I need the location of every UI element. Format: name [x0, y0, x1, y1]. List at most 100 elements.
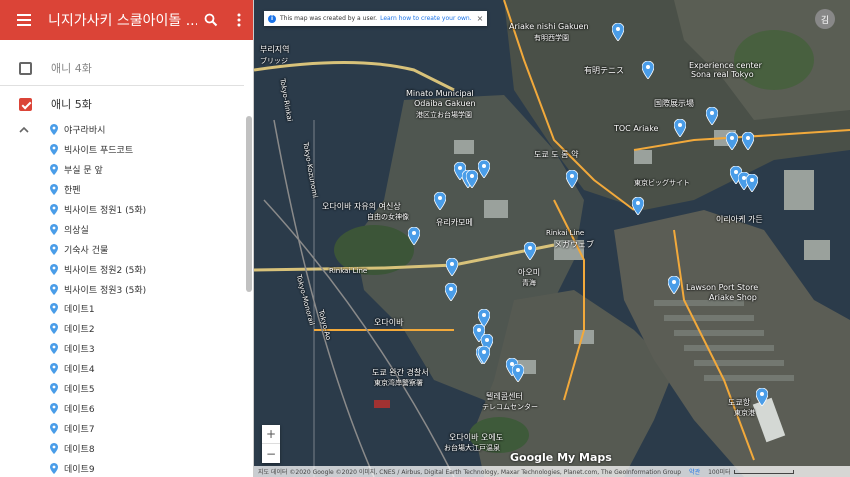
- close-icon[interactable]: ×: [477, 14, 484, 23]
- map-label: 東京ビッグサイト: [634, 179, 690, 187]
- place-item[interactable]: 빅사이트 정원1 (5화): [50, 200, 240, 220]
- learn-more-link[interactable]: Learn how to create your own.: [380, 15, 472, 22]
- place-pin-icon: [50, 223, 58, 235]
- place-item[interactable]: 데이트4: [50, 359, 240, 379]
- map-label: 이리아케 가든: [716, 215, 763, 224]
- place-item[interactable]: 한펜: [50, 180, 240, 200]
- map-pin-icon[interactable]: [478, 160, 490, 178]
- map-pin-icon[interactable]: [612, 23, 624, 41]
- layer-checkbox-ep5[interactable]: [19, 97, 32, 111]
- chevron-up-icon[interactable]: [17, 123, 31, 137]
- place-pin-icon: [50, 124, 58, 136]
- place-item[interactable]: 기숙사 건물: [50, 239, 240, 259]
- place-pin-icon: [50, 184, 58, 196]
- place-item[interactable]: 데이트5: [50, 379, 240, 399]
- map-pin-icon[interactable]: [445, 283, 457, 301]
- place-pin-icon: [50, 422, 58, 434]
- zoom-in-button[interactable]: +: [262, 425, 280, 444]
- map-pin-icon[interactable]: [434, 192, 446, 210]
- place-item[interactable]: 데이트7: [50, 418, 240, 438]
- place-label: 빅사이트 정원1 (5화): [64, 206, 147, 216]
- zoom-out-button[interactable]: −: [262, 444, 280, 463]
- place-pin-icon: [50, 402, 58, 414]
- place-item[interactable]: 데이트3: [50, 339, 240, 359]
- google-my-maps-logo: Google My Maps: [510, 451, 612, 464]
- scrollbar[interactable]: [246, 116, 252, 292]
- map-pin-icon[interactable]: [446, 258, 458, 276]
- map-label: Rinkai Line: [329, 267, 368, 275]
- map-pin-icon[interactable]: [466, 170, 478, 188]
- terms-link[interactable]: 약관: [689, 467, 700, 476]
- map-pin-icon[interactable]: [512, 364, 524, 382]
- place-item[interactable]: 빅사이트 정원2 (5화): [50, 259, 240, 279]
- map-label: メガウェブ: [554, 240, 594, 249]
- place-label: 데이트2: [64, 325, 95, 336]
- panel-header: 니지가사키 스쿨아이돌 ...: [0, 0, 253, 40]
- place-item[interactable]: 빅사이트 정원3 (5화): [50, 279, 240, 299]
- more-options-icon[interactable]: [225, 0, 253, 40]
- map-label: お台場大江戸温泉: [444, 444, 500, 452]
- layer-divider: [0, 85, 244, 86]
- place-pin-icon: [50, 303, 58, 315]
- map-label: 東京湾岸警察署: [374, 379, 423, 387]
- map-label: Ariake nishi Gakuen: [509, 22, 589, 31]
- place-item[interactable]: 데이트6: [50, 398, 240, 418]
- map-pin-icon[interactable]: [632, 197, 644, 215]
- map-label: Minato Municipal: [406, 89, 474, 98]
- map-pin-icon[interactable]: [756, 388, 768, 406]
- map-pin-icon[interactable]: [674, 119, 686, 137]
- place-item[interactable]: 빅사이트 푸드코트: [50, 140, 240, 160]
- map-label: 青海: [522, 279, 536, 287]
- layer-label-ep4: 애니 4화: [51, 62, 92, 75]
- place-item[interactable]: 의상실: [50, 219, 240, 239]
- map-label: テレコムセンター: [482, 403, 538, 411]
- info-icon: i: [268, 14, 276, 23]
- place-pin-icon: [50, 204, 58, 215]
- map-pin-icon[interactable]: [524, 242, 536, 260]
- map-pin-icon[interactable]: [746, 174, 758, 192]
- place-item[interactable]: 데이트2: [50, 319, 240, 339]
- menu-icon[interactable]: [0, 0, 48, 40]
- place-label: 데이트4: [64, 365, 95, 376]
- map-pin-icon[interactable]: [566, 170, 578, 188]
- avatar[interactable]: 김: [815, 9, 835, 29]
- map-label: 오다이바: [374, 318, 404, 327]
- map-pin-icon[interactable]: [668, 276, 680, 294]
- map-label: Rinkai Line: [546, 229, 585, 237]
- map-label: 오다이바 자유의 여신상: [322, 202, 401, 211]
- layer-row-ep4[interactable]: 애니 4화: [0, 52, 244, 84]
- map-label: Odaiba Gakuen: [414, 99, 476, 108]
- attribution-text: 지도 데이터 ©2020 Google ©2020 이미지, CNES / Ai…: [258, 469, 682, 476]
- attribution-bar: 지도 데이터 ©2020 Google ©2020 이미지, CNES / Ai…: [254, 466, 850, 477]
- search-icon[interactable]: [197, 0, 225, 40]
- place-item[interactable]: 데이트1: [50, 299, 240, 319]
- map-label: 有明西学園: [534, 34, 569, 42]
- place-item[interactable]: 부실 문 앞: [50, 160, 240, 180]
- place-item[interactable]: 데이트9: [50, 458, 240, 477]
- map-pin-icon[interactable]: [706, 107, 718, 125]
- map-pin-icon[interactable]: [408, 227, 420, 245]
- map-pin-icon[interactable]: [742, 132, 754, 150]
- map-label: ブリッジ: [260, 57, 288, 65]
- place-label: 야구라바시: [64, 126, 106, 137]
- map-pin-icon[interactable]: [478, 346, 490, 364]
- map-label: TOC Ariake: [614, 124, 659, 133]
- place-label: 빅사이트 정원3 (5화): [64, 285, 147, 296]
- place-item[interactable]: 야구라바시: [50, 120, 240, 140]
- layer-checkbox-ep4[interactable]: [19, 61, 32, 75]
- map-view[interactable]: 부리지역 ブリッジ Minato Municipal Odaiba Gakuen…: [254, 0, 850, 477]
- place-pin-icon: [50, 144, 58, 156]
- place-pin-icon: [50, 383, 58, 395]
- place-label: 데이트7: [64, 424, 95, 435]
- place-item[interactable]: 데이트8: [50, 438, 240, 458]
- map-label: 港区立お台場学園: [416, 111, 472, 119]
- place-label: 데이트6: [64, 404, 95, 415]
- map-pin-icon[interactable]: [642, 61, 654, 79]
- layer-row-ep5[interactable]: 애니 5화: [0, 88, 244, 120]
- map-label: 오다이바 오에도: [449, 433, 504, 442]
- map-title[interactable]: 니지가사키 스쿨아이돌 ...: [48, 10, 197, 30]
- map-pin-icon[interactable]: [726, 132, 738, 150]
- place-label: 기숙사 건물: [64, 245, 109, 256]
- place-pin-icon: [50, 243, 58, 255]
- place-label: 한펜: [64, 186, 81, 197]
